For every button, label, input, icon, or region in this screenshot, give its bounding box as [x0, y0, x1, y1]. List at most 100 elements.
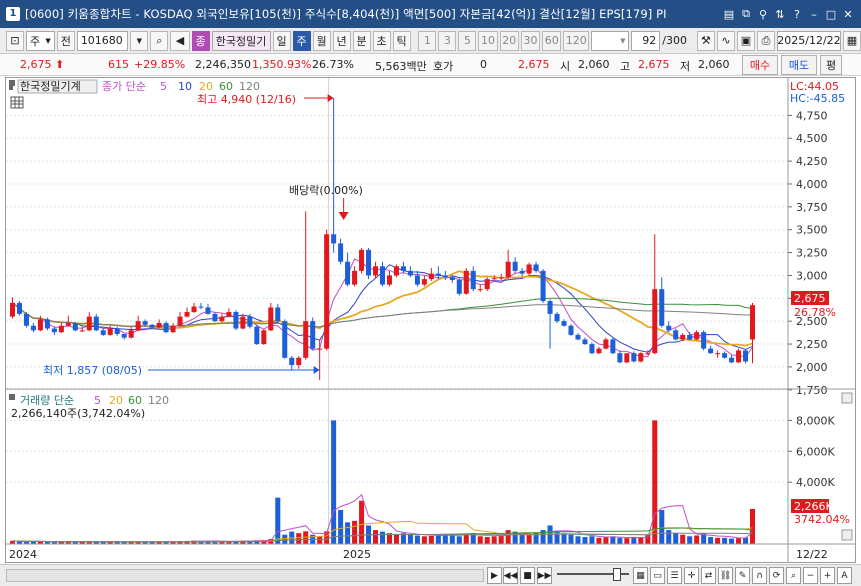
interval-custom-select[interactable]: ▼ — [591, 30, 630, 51]
period-minute-button[interactable]: 분 — [352, 30, 371, 51]
price-change-pct: +29.85% — [134, 58, 186, 71]
stock-dropdown-icon[interactable]: ▼ — [130, 30, 149, 51]
magnet-icon[interactable]: ∩ — [752, 567, 767, 584]
maximize-icon[interactable]: □ — [824, 7, 838, 21]
interval-10-button[interactable]: 10 — [478, 30, 498, 51]
volume-bar — [680, 534, 686, 544]
zoom-slider-thumb[interactable] — [613, 568, 621, 581]
interval-30-button[interactable]: 30 — [520, 30, 541, 51]
list-icon[interactable]: ☰ — [667, 567, 682, 584]
price-candles — [9, 94, 756, 380]
period-month-button[interactable]: 월 — [312, 30, 331, 51]
interval-1-button[interactable]: 1 — [418, 30, 437, 51]
table-icon[interactable] — [10, 96, 24, 109]
trade-amount: 5,563백만 — [375, 60, 427, 73]
candle-body — [359, 249, 365, 271]
fast-forward-icon[interactable]: ▶▶ — [537, 567, 552, 584]
volume-bar — [638, 537, 644, 544]
date-field[interactable]: 2025/12/22 — [776, 30, 841, 51]
stock-code-input[interactable]: 101680 — [76, 30, 129, 51]
interval-5-button[interactable]: 5 — [458, 30, 477, 51]
crosshair-icon[interactable]: ✛ — [684, 567, 699, 584]
stop-icon[interactable]: ■ — [520, 567, 535, 584]
vol-ma-legend-60: 60 — [128, 394, 142, 407]
close-icon[interactable]: ✕ — [841, 7, 855, 21]
link-icon[interactable]: ⛓ — [718, 567, 733, 584]
current-pct-tag: 26.78% — [794, 306, 836, 319]
period-unit-select[interactable]: 주 ▼ — [26, 30, 55, 51]
draw-icon[interactable]: ✎ — [735, 567, 750, 584]
minimize-icon[interactable]: – — [807, 7, 821, 21]
volume-panel-scroll-up[interactable] — [841, 392, 853, 404]
volume-bar — [352, 520, 358, 544]
layout-icon[interactable]: ⊡ — [6, 30, 24, 51]
candle-body — [491, 278, 497, 280]
zoom-in-icon[interactable]: + — [820, 567, 835, 584]
sell-button[interactable]: 매도 — [781, 55, 817, 75]
compare-icon[interactable]: ⇄ — [701, 567, 716, 584]
search-icon[interactable]: ⌕ — [786, 567, 801, 584]
candle-body — [610, 339, 616, 354]
rewind-icon[interactable]: ◀◀ — [503, 567, 518, 584]
candle-body — [212, 313, 218, 322]
period-year-button[interactable]: 년 — [332, 30, 351, 51]
chart-svg[interactable]: 4,750 4,500 4,250 4,000 3,750 3,500 3,250 3,000… — [6, 78, 855, 562]
sound-icon[interactable]: ◀ — [170, 30, 190, 51]
volume-panel-scroll-down[interactable] — [841, 529, 853, 541]
count-input[interactable]: 92 — [631, 30, 661, 51]
ma-legend-120: 120 — [239, 80, 260, 93]
sort-icon[interactable]: ⇅ — [773, 7, 787, 21]
pin-icon[interactable]: ⚲ — [756, 7, 770, 21]
period-day-button[interactable]: 일 — [272, 30, 291, 51]
interval-3-button[interactable]: 3 — [438, 30, 457, 51]
horizontal-scrollbar[interactable] — [6, 569, 484, 582]
stock-name-field[interactable]: 한국정밀기 — [211, 30, 271, 51]
candle-body — [226, 312, 232, 317]
candle-body — [72, 323, 78, 331]
auto-scale-icon[interactable]: A — [837, 567, 852, 584]
interval-120-button[interactable]: 120 — [563, 30, 590, 51]
current-price-tag-text: 2,675 — [794, 292, 826, 305]
restore-down-icon[interactable]: ⧉ — [739, 7, 753, 21]
candle-body — [701, 332, 707, 349]
candle-body — [51, 328, 57, 333]
link-icon[interactable]: ▤ — [722, 7, 736, 21]
period-week-button[interactable]: 주 — [292, 30, 311, 51]
zoom-out-icon[interactable]: − — [803, 567, 818, 584]
candle-body — [247, 316, 253, 327]
volume-current-text: 2,266,140주(3,742.04%) — [11, 407, 145, 420]
up-arrow-icon: ⬆ — [55, 58, 65, 71]
window-icon[interactable]: ▭ — [650, 567, 665, 584]
prev-button[interactable]: 전 — [56, 30, 75, 51]
volume-bar — [317, 536, 323, 544]
interval-20-button[interactable]: 20 — [499, 30, 519, 51]
calendar-icon[interactable]: ▦ — [842, 30, 861, 51]
chart-area[interactable]: 4,750 4,500 4,250 4,000 3,750 3,500 3,250 3,000… — [5, 77, 856, 563]
period-tick-button[interactable]: 틱 — [392, 30, 411, 51]
print-icon[interactable]: ⎙ — [756, 30, 775, 51]
volume-ratio: 1,350.93% — [252, 58, 312, 71]
tools-icon[interactable]: ⚒ — [696, 30, 715, 51]
help-icon[interactable]: ? — [790, 7, 804, 21]
interval-60-button[interactable]: 60 — [542, 30, 562, 51]
candle-body — [198, 306, 204, 308]
volume-bar — [449, 535, 455, 544]
indicator-icon[interactable]: ∿ — [716, 30, 735, 51]
price-tick-label: 3,250 — [796, 247, 828, 260]
volume-bar — [491, 536, 497, 544]
volume-bar — [568, 534, 574, 544]
candle-body — [652, 289, 658, 354]
refresh-icon[interactable]: ⟳ — [769, 567, 784, 584]
save-icon[interactable]: ▣ — [736, 30, 755, 51]
search-icon[interactable]: ⌕ — [150, 30, 169, 51]
volume-tick-label: 4,000K — [796, 476, 835, 489]
grid-icon[interactable]: ▦ — [633, 567, 648, 584]
count-value: 92 — [642, 34, 657, 47]
price-tick-label: 1,750 — [796, 384, 828, 397]
period-second-button[interactable]: 초 — [372, 30, 391, 51]
avg-button[interactable]: 평 — [820, 55, 842, 75]
buy-button[interactable]: 매수 — [742, 55, 778, 75]
scroll-right-icon[interactable]: ▶ — [487, 567, 502, 584]
candle-body — [156, 323, 162, 328]
candle-body — [456, 280, 462, 294]
